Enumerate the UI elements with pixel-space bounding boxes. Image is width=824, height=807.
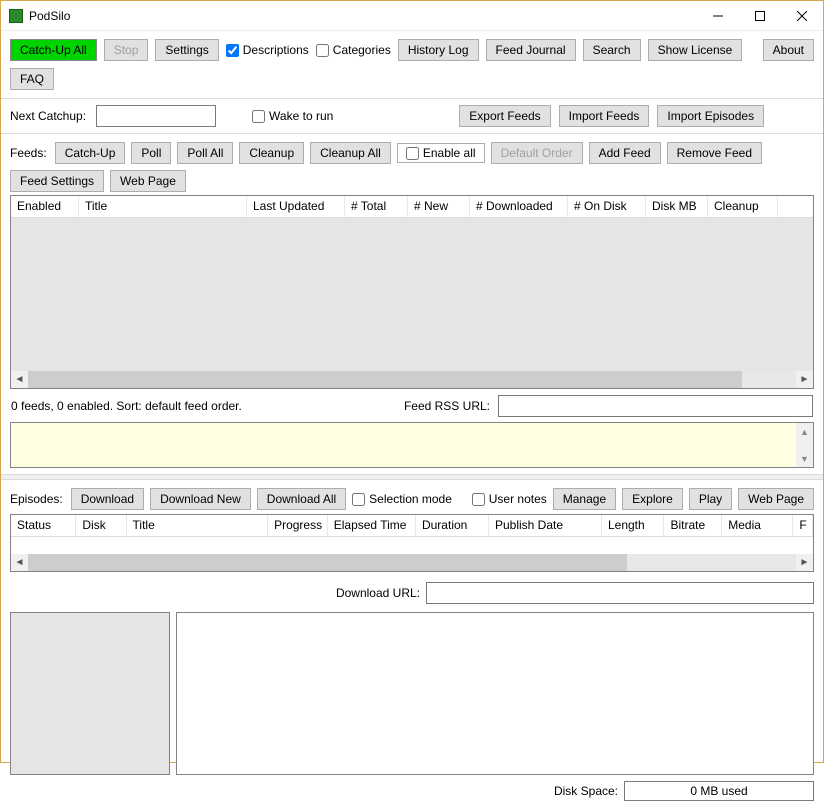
column-header[interactable]: Elapsed Time xyxy=(328,515,416,536)
column-header[interactable]: Media xyxy=(722,515,793,536)
scroll-left-icon[interactable]: ◄ xyxy=(11,554,28,571)
column-header[interactable]: Publish Date xyxy=(489,515,602,536)
scroll-right-icon[interactable]: ► xyxy=(796,371,813,388)
categories-checkbox[interactable]: Categories xyxy=(316,43,391,57)
about-button[interactable]: About xyxy=(763,39,814,61)
scroll-left-icon[interactable]: ◄ xyxy=(11,371,28,388)
feeds-status-row: 0 feeds, 0 enabled. Sort: default feed o… xyxy=(10,389,814,422)
cleanup-all-button[interactable]: Cleanup All xyxy=(310,142,391,164)
description-vscrollbar[interactable]: ▲ ▼ xyxy=(796,423,813,467)
column-header[interactable]: F xyxy=(793,515,813,536)
faq-button[interactable]: FAQ xyxy=(10,68,54,90)
history-log-button[interactable]: History Log xyxy=(398,39,479,61)
column-header[interactable]: Progress xyxy=(268,515,328,536)
close-button[interactable] xyxy=(781,1,823,30)
column-header[interactable]: Last Updated xyxy=(247,196,345,217)
disk-space-label: Disk Space: xyxy=(554,784,618,798)
column-header[interactable]: # New xyxy=(408,196,470,217)
stop-button[interactable]: Stop xyxy=(104,39,149,61)
show-license-button[interactable]: Show License xyxy=(648,39,743,61)
scroll-up-icon[interactable]: ▲ xyxy=(796,423,813,440)
remove-feed-button[interactable]: Remove Feed xyxy=(667,142,762,164)
app-title: PodSilo xyxy=(29,9,697,23)
column-header[interactable]: Title xyxy=(79,196,247,217)
download-button[interactable]: Download xyxy=(71,488,144,510)
minimize-button[interactable] xyxy=(697,1,739,30)
export-feeds-button[interactable]: Export Feeds xyxy=(459,105,550,127)
import-episodes-button[interactable]: Import Episodes xyxy=(657,105,764,127)
column-header[interactable]: # On Disk xyxy=(568,196,646,217)
enable-all-checkbox[interactable]: Enable all xyxy=(406,146,476,160)
download-new-button[interactable]: Download New xyxy=(150,488,251,510)
column-header[interactable]: Status xyxy=(11,515,76,536)
episode-web-page-button[interactable]: Web Page xyxy=(738,488,814,510)
poll-button[interactable]: Poll xyxy=(131,142,171,164)
feed-rss-input[interactable] xyxy=(498,395,813,417)
default-order-button[interactable]: Default Order xyxy=(491,142,583,164)
download-url-row: Download URL: xyxy=(1,572,823,608)
download-url-input[interactable] xyxy=(426,582,814,604)
bottom-panes xyxy=(1,608,823,775)
episodes-hscrollbar[interactable]: ◄ ► xyxy=(11,554,813,571)
footer: Disk Space: 0 MB used xyxy=(1,775,823,807)
download-url-label: Download URL: xyxy=(336,586,420,600)
scroll-right-icon[interactable]: ► xyxy=(796,554,813,571)
descriptions-checkbox[interactable]: Descriptions xyxy=(226,43,309,57)
column-header[interactable]: Disk xyxy=(76,515,126,536)
column-header[interactable]: Bitrate xyxy=(664,515,722,536)
column-header[interactable]: Cleanup xyxy=(708,196,778,217)
column-header[interactable]: # Downloaded xyxy=(470,196,568,217)
selection-mode-checkbox[interactable]: Selection mode xyxy=(352,492,452,506)
wake-to-run-checkbox[interactable]: Wake to run xyxy=(252,109,333,123)
play-button[interactable]: Play xyxy=(689,488,732,510)
feeds-hscrollbar[interactable]: ◄ ► xyxy=(11,371,813,388)
explore-button[interactable]: Explore xyxy=(622,488,683,510)
column-header[interactable]: Disk MB xyxy=(646,196,708,217)
feed-journal-button[interactable]: Feed Journal xyxy=(486,39,576,61)
episodes-table-header: StatusDiskTitleProgressElapsed TimeDurat… xyxy=(11,515,813,537)
column-header[interactable]: Duration xyxy=(416,515,489,536)
enable-all-frame: Enable all xyxy=(397,143,485,163)
catchup-all-button[interactable]: Catch-Up All xyxy=(10,39,97,61)
feeds-table[interactable]: EnabledTitleLast Updated# Total# New# Do… xyxy=(10,195,814,389)
feeds-status-text: 0 feeds, 0 enabled. Sort: default feed o… xyxy=(11,399,242,413)
disk-space-value: 0 MB used xyxy=(624,781,814,801)
episodes-table[interactable]: StatusDiskTitleProgressElapsed TimeDurat… xyxy=(10,514,814,572)
secondary-toolbar: Next Catchup: Wake to run Export Feeds I… xyxy=(1,99,823,134)
feed-rss-label: Feed RSS URL: xyxy=(404,399,490,413)
manage-button[interactable]: Manage xyxy=(553,488,616,510)
feed-catchup-button[interactable]: Catch-Up xyxy=(55,142,126,164)
episodes-label: Episodes: xyxy=(10,492,65,506)
column-header[interactable]: Title xyxy=(127,515,269,536)
notes-pane[interactable] xyxy=(176,612,814,775)
scroll-down-icon[interactable]: ▼ xyxy=(796,450,813,467)
titlebar: PodSilo xyxy=(1,1,823,31)
download-all-button[interactable]: Download All xyxy=(257,488,346,510)
import-feeds-button[interactable]: Import Feeds xyxy=(559,105,650,127)
search-button[interactable]: Search xyxy=(583,39,641,61)
feed-web-page-button[interactable]: Web Page xyxy=(110,170,186,192)
episodes-toolbar: Episodes: Download Download New Download… xyxy=(1,480,823,514)
settings-button[interactable]: Settings xyxy=(155,39,218,61)
feeds-table-header: EnabledTitleLast Updated# Total# New# Do… xyxy=(11,196,813,218)
cleanup-button[interactable]: Cleanup xyxy=(239,142,304,164)
app-icon xyxy=(9,9,23,23)
user-notes-checkbox[interactable]: User notes xyxy=(472,492,547,506)
main-toolbar: Catch-Up All Stop Settings Descriptions … xyxy=(1,31,823,99)
feeds-toolbar: Feeds: Catch-Up Poll Poll All Cleanup Cl… xyxy=(10,142,814,192)
add-feed-button[interactable]: Add Feed xyxy=(589,142,661,164)
feeds-label: Feeds: xyxy=(10,146,49,160)
next-catchup-label: Next Catchup: xyxy=(10,109,88,123)
artwork-pane xyxy=(10,612,170,775)
column-header[interactable]: Enabled xyxy=(11,196,79,217)
feed-settings-button[interactable]: Feed Settings xyxy=(10,170,104,192)
poll-all-button[interactable]: Poll All xyxy=(177,142,233,164)
maximize-button[interactable] xyxy=(739,1,781,30)
column-header[interactable]: Length xyxy=(602,515,665,536)
description-area[interactable]: ▲ ▼ xyxy=(10,422,814,468)
next-catchup-input[interactable] xyxy=(96,105,216,127)
column-header[interactable]: # Total xyxy=(345,196,408,217)
